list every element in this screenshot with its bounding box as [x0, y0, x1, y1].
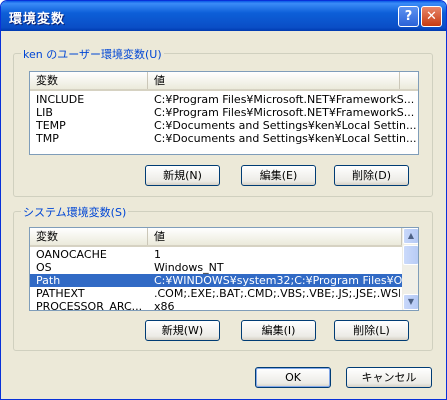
variable-name: TEMP [36, 119, 66, 132]
variable-value: C:¥Documents and Settings¥ken¥Local Sett… [154, 119, 417, 132]
column-header-variable[interactable]: 変数 [30, 72, 148, 89]
variable-name: OANOCACHE [36, 248, 107, 261]
vertical-scrollbar[interactable]: ▲ ▼ [402, 228, 418, 310]
variable-value: C:¥Program Files¥Microsoft.NET¥Framework… [154, 106, 415, 119]
variable-value: 1 [154, 248, 161, 261]
close-button[interactable]: ✕ [421, 6, 442, 27]
list-item[interactable]: PROCESSOR_ARC... x86 [30, 300, 402, 311]
window-title: 環境変数 [9, 12, 66, 27]
title-bar[interactable]: 環境変数 ? ✕ [1, 1, 446, 31]
variable-value: Windows_NT [154, 261, 224, 274]
system-edit-button[interactable]: 編集(I) [241, 320, 316, 341]
variable-name: Path [36, 274, 61, 287]
column-header-value[interactable]: 値 [148, 228, 402, 245]
variable-value: x86 [154, 300, 175, 311]
user-new-button[interactable]: 新規(N) [145, 165, 220, 186]
system-delete-button[interactable]: 削除(L) [334, 320, 409, 341]
variable-value: C:¥Documents and Settings¥ken¥Local Sett… [154, 132, 417, 145]
list-item-selected[interactable]: Path C:¥WINDOWS¥system32;C:¥Program File… [30, 274, 402, 287]
system-variables-list[interactable]: 変数 値 OANOCACHE 1 OS Windows_NT Path C:¥W… [29, 227, 419, 311]
variable-value: C:¥Program Files¥Microsoft.NET¥Framework… [154, 93, 415, 106]
list-item[interactable]: LIB C:¥Program Files¥Microsoft.NET¥Frame… [30, 106, 414, 119]
variable-value: C:¥WINDOWS¥system32;C:¥Program Files¥Or.… [154, 274, 402, 287]
variable-name: LIB [36, 106, 53, 119]
column-header-value[interactable]: 値 [148, 72, 400, 89]
user-edit-button[interactable]: 編集(E) [241, 165, 316, 186]
list-item[interactable]: PATHEXT .COM;.EXE;.BAT;.CMD;.VBS;.VBE;.J… [30, 287, 402, 300]
environment-variables-dialog: 環境変数 ? ✕ ken のユーザー環境変数(U) 変数 値 INCLUDE C… [0, 0, 447, 400]
user-variables-list[interactable]: 変数 値 INCLUDE C:¥Program Files¥Microsoft.… [29, 71, 419, 155]
scroll-down-icon[interactable]: ▼ [403, 294, 418, 310]
system-variables-label: システム環境変数(S) [21, 204, 129, 220]
scroll-thumb[interactable] [403, 245, 418, 265]
variable-name: PATHEXT [36, 287, 85, 300]
ok-button[interactable]: OK [255, 367, 331, 388]
list-item[interactable]: TEMP C:¥Documents and Settings¥ken¥Local… [30, 119, 417, 132]
help-button[interactable]: ? [398, 6, 419, 27]
variable-value: .COM;.EXE;.BAT;.CMD;.VBS;.VBE;.JS;.JSE;.… [154, 287, 400, 300]
user-variables-label: ken のユーザー環境変数(U) [21, 46, 164, 62]
list-item[interactable]: INCLUDE C:¥Program Files¥Microsoft.NET¥F… [30, 93, 414, 106]
system-new-button[interactable]: 新規(W) [145, 320, 220, 341]
list-header: 変数 値 [30, 228, 402, 247]
variable-name: TMP [36, 132, 59, 145]
list-item[interactable]: TMP C:¥Documents and Settings¥ken¥Local … [30, 132, 417, 145]
column-header-variable[interactable]: 変数 [30, 228, 148, 245]
variable-name: OS [36, 261, 52, 274]
cancel-button[interactable]: キャンセル [346, 367, 432, 388]
variable-name: PROCESSOR_ARC... [36, 300, 143, 311]
variable-name: INCLUDE [36, 93, 85, 106]
scroll-up-icon[interactable]: ▲ [403, 228, 418, 244]
list-item[interactable]: OS Windows_NT [30, 261, 402, 274]
user-delete-button[interactable]: 削除(D) [334, 165, 409, 186]
list-item[interactable]: OANOCACHE 1 [30, 248, 402, 261]
list-header: 変数 値 [30, 72, 418, 91]
